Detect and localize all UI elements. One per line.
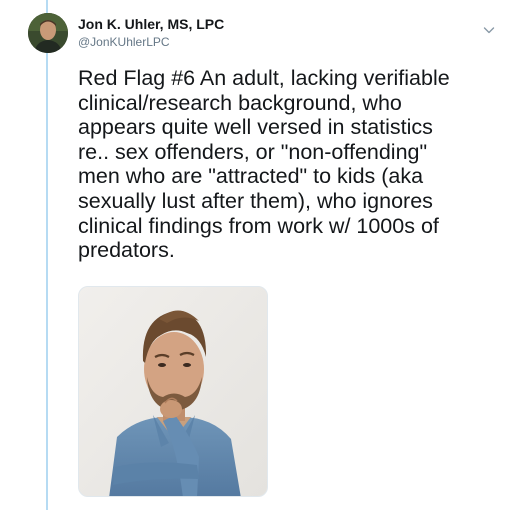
tweet-page: Jon K. Uhler, MS, LPC @JonKUhlerLPC Red … [0, 0, 526, 510]
tweet-photo[interactable] [78, 286, 268, 497]
avatar[interactable] [28, 13, 68, 53]
display-name[interactable]: Jon K. Uhler, MS, LPC [78, 16, 486, 33]
username[interactable]: @JonKUhlerLPC [78, 34, 486, 50]
tweet-text: Red Flag #6 An adult, lacking verifiable… [78, 66, 450, 263]
avatar-image [28, 13, 68, 53]
chevron-down-icon[interactable] [482, 23, 496, 37]
thread-connector-line [46, 0, 48, 510]
man-thinking-photo [79, 287, 267, 496]
tweet-header: Jon K. Uhler, MS, LPC @JonKUhlerLPC [78, 16, 486, 50]
